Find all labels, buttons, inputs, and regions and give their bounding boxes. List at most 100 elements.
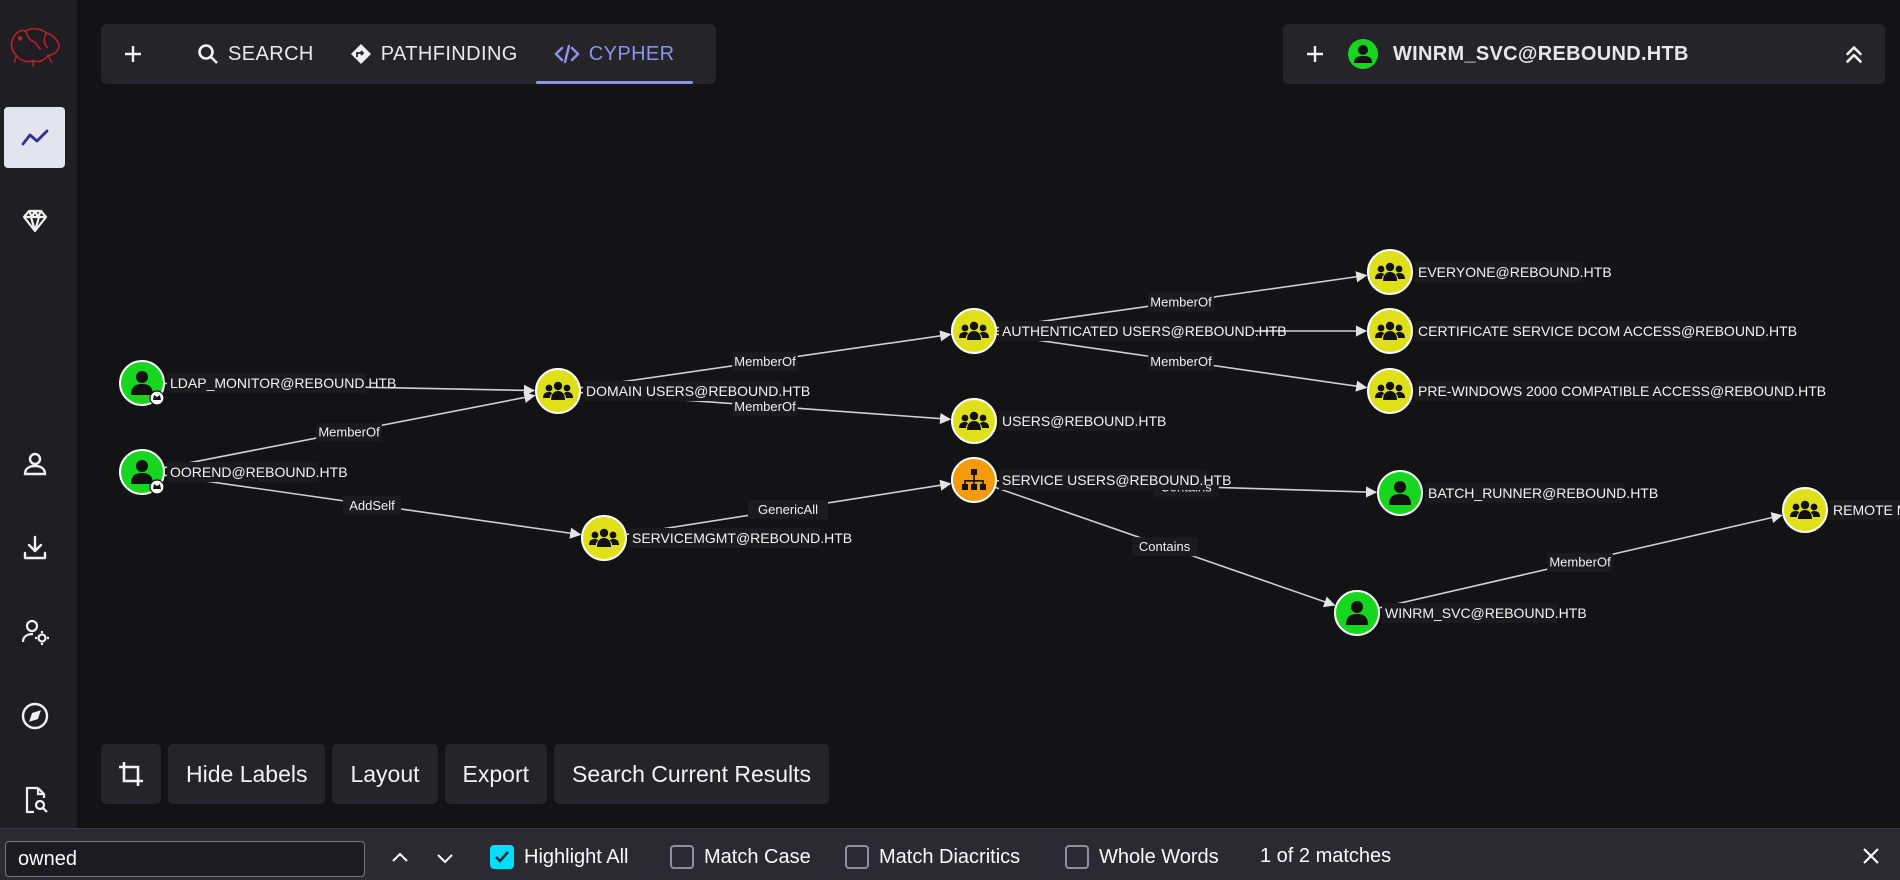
collapse-chevrons-up-icon[interactable] — [1841, 41, 1867, 67]
tab-pathfinding[interactable]: PATHFINDING — [332, 24, 536, 84]
node-label: REMOTE M — [1833, 502, 1900, 518]
search-icon — [198, 44, 218, 64]
attack-paths-diamond-icon[interactable] — [4, 190, 65, 251]
edge-label: MemberOf — [1150, 354, 1212, 369]
explore-graph-icon[interactable] — [4, 107, 65, 168]
owned-badge-icon — [149, 390, 165, 406]
node-pre-win2000[interactable]: PRE-WINDOWS 2000 COMPATIBLE ACCESS@REBOU… — [1367, 368, 1826, 414]
whole-words-checkbox[interactable]: Whole Words — [1065, 845, 1219, 869]
graph-toolbar: Hide Labels Layout Export Search Current… — [101, 744, 830, 804]
download-icon[interactable] — [4, 517, 65, 578]
search-tab-bar: SEARCH PATHFINDING CYPHER — [101, 24, 716, 84]
edge-label: MemberOf — [734, 399, 796, 414]
node-cert-dcom[interactable]: CERTIFICATE SERVICE DCOM ACCESS@REBOUND.… — [1367, 308, 1797, 354]
plus-icon — [1307, 46, 1323, 62]
search-current-results-button[interactable]: Search Current Results — [554, 744, 830, 804]
export-button[interactable]: Export — [444, 744, 548, 804]
node-label: WINRM_SVC@REBOUND.HTB — [1385, 605, 1587, 621]
edge-label: MemberOf — [1549, 555, 1611, 570]
node-label: CERTIFICATE SERVICE DCOM ACCESS@REBOUND.… — [1418, 323, 1797, 339]
edge-winrm-svc-to-remote-mgmt[interactable]: MemberOf — [1378, 512, 1783, 609]
file-search-icon[interactable] — [4, 769, 65, 830]
highlight-all-checkbox[interactable]: Highlight All — [490, 845, 629, 869]
node-label: DOMAIN USERS@REBOUND.HTB — [586, 383, 810, 399]
edge-domain-users-to-authenticated-users[interactable]: MemberOf — [579, 330, 952, 389]
edge-label: MemberOf — [1150, 295, 1212, 310]
node-label: SERVICEMGMT@REBOUND.HTB — [632, 530, 852, 546]
node-label: OOREND@REBOUND.HTB — [170, 464, 348, 480]
match-case-checkbox[interactable]: Match Case — [670, 845, 811, 869]
node-authenticated-users[interactable]: AUTHENTICATED USERS@REBOUND.HTB — [951, 308, 1287, 354]
checkbox-unchecked-icon — [1065, 845, 1089, 869]
node-users[interactable]: USERS@REBOUND.HTB — [951, 398, 1166, 444]
tab-pathfinding-label: PATHFINDING — [380, 42, 518, 65]
highlight-all-label: Highlight All — [524, 845, 629, 868]
admin-user-settings-icon[interactable] — [4, 601, 65, 662]
crop-icon — [119, 762, 143, 786]
edge-service-users-to-winrm-svc[interactable]: Contains — [994, 486, 1336, 608]
add-entity-button[interactable] — [1283, 24, 1347, 84]
node-label: PRE-WINDOWS 2000 COMPATIBLE ACCESS@REBOU… — [1418, 383, 1826, 399]
find-next-button[interactable] — [430, 843, 460, 873]
checkbox-unchecked-icon — [845, 845, 869, 869]
tab-cypher[interactable]: CYPHER — [535, 24, 693, 84]
close-icon — [1863, 848, 1879, 864]
find-previous-button[interactable] — [385, 843, 415, 873]
node-batch-runner[interactable]: BATCH_RUNNER@REBOUND.HTB — [1377, 470, 1658, 516]
edge-authenticated-users-to-pre-win2000[interactable]: MemberOf — [995, 333, 1368, 392]
owned-badge-icon — [149, 479, 165, 495]
match-diacritics-checkbox[interactable]: Match Diacritics — [845, 845, 1020, 869]
find-input[interactable] — [5, 841, 365, 877]
node-remote-mgmt[interactable]: REMOTE M — [1782, 487, 1900, 533]
pathfinding-icon — [350, 44, 371, 64]
add-tab-button[interactable] — [101, 24, 165, 84]
edge-oorend-to-servicemgmt[interactable]: AddSelf — [163, 474, 582, 539]
graph-svg[interactable]: MemberOf AddSelf MemberOf MemberOf GenericAl… — [77, 0, 1900, 828]
plus-icon — [125, 46, 141, 62]
edge-label: Contains — [1139, 539, 1191, 554]
chevron-down-icon — [437, 854, 453, 864]
node-label: EVERYONE@REBOUND.HTB — [1418, 264, 1612, 280]
node-oorend[interactable]: OOREND@REBOUND.HTB — [119, 449, 348, 495]
chevron-up-icon — [392, 852, 408, 862]
edge-authenticated-users-to-everyone[interactable]: MemberOf — [995, 271, 1368, 329]
entity-info-panel-header[interactable]: WINRM_SVC@REBOUND.HTB — [1283, 24, 1885, 84]
checkbox-checked-icon — [490, 845, 514, 869]
tab-cypher-label: CYPHER — [588, 42, 675, 65]
hide-labels-button[interactable]: Hide Labels — [168, 744, 326, 804]
compass-icon[interactable] — [4, 685, 65, 746]
node-ldap-monitor[interactable]: LDAP_MONITOR@REBOUND.HTB — [119, 360, 396, 406]
edge-servicemgmt-to-service-users[interactable]: GenericAll — [625, 479, 952, 536]
edge-label: GenericAll — [758, 502, 818, 517]
user-node-icon — [1348, 39, 1378, 69]
edge-label: MemberOf — [318, 425, 380, 440]
entity-title: WINRM_SVC@REBOUND.HTB — [1393, 42, 1689, 65]
graph-canvas[interactable]: MemberOf AddSelf MemberOf MemberOf GenericAl… — [77, 0, 1900, 828]
node-label: LDAP_MONITOR@REBOUND.HTB — [170, 375, 396, 391]
node-label: SERVICE USERS@REBOUND.HTB — [1002, 472, 1231, 488]
left-navigation-rail — [0, 0, 77, 828]
node-winrm-svc[interactable]: WINRM_SVC@REBOUND.HTB — [1334, 590, 1587, 636]
edge-label: MemberOf — [734, 354, 796, 369]
layout-button[interactable]: Layout — [332, 744, 438, 804]
node-label: BATCH_RUNNER@REBOUND.HTB — [1428, 485, 1658, 501]
whole-words-label: Whole Words — [1099, 845, 1219, 868]
match-case-label: Match Case — [704, 845, 811, 868]
user-icon[interactable] — [4, 433, 65, 494]
crop-button[interactable] — [101, 744, 161, 804]
close-find-bar-button[interactable] — [1856, 841, 1886, 871]
node-label: USERS@REBOUND.HTB — [1002, 413, 1166, 429]
code-icon — [554, 44, 580, 64]
bloodhound-logo-icon[interactable] — [4, 14, 65, 75]
bloodhound-app: MemberOf AddSelf MemberOf MemberOf GenericAl… — [0, 0, 1900, 880]
tab-search[interactable]: SEARCH — [179, 24, 332, 84]
node-everyone[interactable]: EVERYONE@REBOUND.HTB — [1367, 249, 1612, 295]
edge-oorend-to-domain-users[interactable]: MemberOf — [163, 392, 536, 469]
edge-label: AddSelf — [349, 498, 395, 513]
tab-search-label: SEARCH — [228, 42, 314, 65]
match-diacritics-label: Match Diacritics — [879, 845, 1021, 868]
match-count-status: 1 of 2 matches — [1260, 845, 1392, 867]
node-servicemgmt[interactable]: SERVICEMGMT@REBOUND.HTB — [581, 515, 852, 561]
node-label: AUTHENTICATED USERS@REBOUND.HTB — [1002, 323, 1287, 339]
browser-find-bar: Highlight All Match Case Match Diacritic… — [0, 828, 1900, 880]
